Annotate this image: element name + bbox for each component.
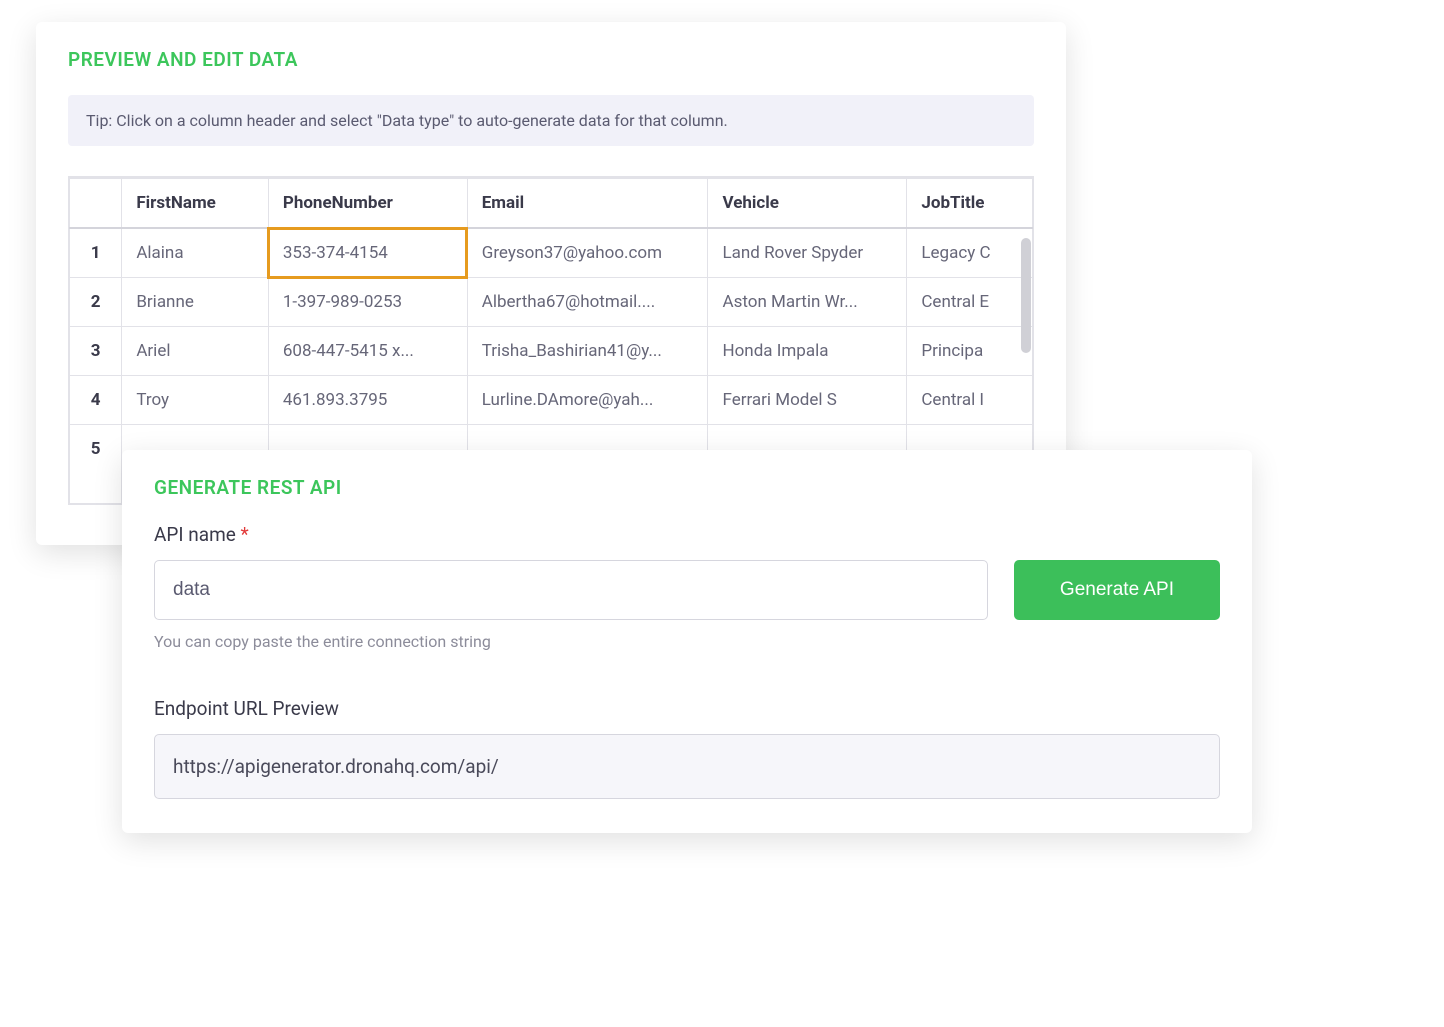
api-input-row: Generate API xyxy=(154,560,1220,620)
cell-vehicle[interactable]: Aston Martin Wr... xyxy=(708,278,907,327)
cell-phonenumber[interactable]: 1-397-989-0253 xyxy=(268,278,467,327)
cell-jobtitle[interactable]: Central E xyxy=(907,278,1033,327)
api-name-label-text: API name xyxy=(154,523,236,546)
row-number: 3 xyxy=(70,327,122,376)
api-name-label: API name * xyxy=(154,523,1220,546)
generate-api-button[interactable]: Generate API xyxy=(1014,560,1220,620)
cell-email[interactable]: Lurline.DAmore@yah... xyxy=(467,376,708,425)
cell-vehicle[interactable]: Honda Impala xyxy=(708,327,907,376)
column-header-phonenumber[interactable]: PhoneNumber xyxy=(268,179,467,229)
api-hint-text: You can copy paste the entire connection… xyxy=(154,632,1220,651)
table-row: 2 Brianne 1-397-989-0253 Albertha67@hotm… xyxy=(70,278,1033,327)
table-row: 1 Alaina 353-374-4154 Greyson37@yahoo.co… xyxy=(70,228,1033,278)
vertical-scrollbar[interactable] xyxy=(1021,238,1031,353)
api-section-title: GENERATE REST API xyxy=(154,476,1220,499)
cell-firstname[interactable]: Ariel xyxy=(122,327,269,376)
row-number: 2 xyxy=(70,278,122,327)
column-header-jobtitle[interactable]: JobTitle xyxy=(907,179,1033,229)
cell-jobtitle[interactable]: Principa xyxy=(907,327,1033,376)
cell-phonenumber[interactable]: 608-447-5415 x... xyxy=(268,327,467,376)
cell-jobtitle[interactable]: Legacy C xyxy=(907,228,1033,278)
table-row: 3 Ariel 608-447-5415 x... Trisha_Bashiri… xyxy=(70,327,1033,376)
cell-firstname[interactable]: Brianne xyxy=(122,278,269,327)
row-number: 4 xyxy=(70,376,122,425)
column-header-firstname[interactable]: FirstName xyxy=(122,179,269,229)
cell-jobtitle[interactable]: Central I xyxy=(907,376,1033,425)
column-header-vehicle[interactable]: Vehicle xyxy=(708,179,907,229)
cell-phonenumber-selected[interactable]: 353-374-4154 xyxy=(268,228,467,278)
cell-firstname[interactable]: Troy xyxy=(122,376,269,425)
endpoint-url-preview[interactable]: https://apigenerator.dronahq.com/api/ xyxy=(154,734,1220,799)
tip-message: Tip: Click on a column header and select… xyxy=(68,95,1034,146)
cell-vehicle[interactable]: Land Rover Spyder xyxy=(708,228,907,278)
cell-email[interactable]: Greyson37@yahoo.com xyxy=(467,228,708,278)
table-row: 4 Troy 461.893.3795 Lurline.DAmore@yah..… xyxy=(70,376,1033,425)
endpoint-label: Endpoint URL Preview xyxy=(154,697,1220,720)
cell-firstname[interactable]: Alaina xyxy=(122,228,269,278)
cell-phonenumber[interactable]: 461.893.3795 xyxy=(268,376,467,425)
cell-email[interactable]: Albertha67@hotmail.... xyxy=(467,278,708,327)
column-header-email[interactable]: Email xyxy=(467,179,708,229)
row-number: 1 xyxy=(70,228,122,278)
cell-email[interactable]: Trisha_Bashirian41@y... xyxy=(467,327,708,376)
generate-api-card: GENERATE REST API API name * Generate AP… xyxy=(122,450,1252,833)
row-number: 5 xyxy=(70,425,122,504)
api-name-input[interactable] xyxy=(154,560,988,620)
row-number-header[interactable] xyxy=(70,179,122,229)
table-header-row: FirstName PhoneNumber Email Vehicle JobT… xyxy=(70,179,1033,229)
cell-vehicle[interactable]: Ferrari Model S xyxy=(708,376,907,425)
preview-section-title: PREVIEW AND EDIT DATA xyxy=(68,48,1034,71)
required-asterisk: * xyxy=(241,523,249,546)
